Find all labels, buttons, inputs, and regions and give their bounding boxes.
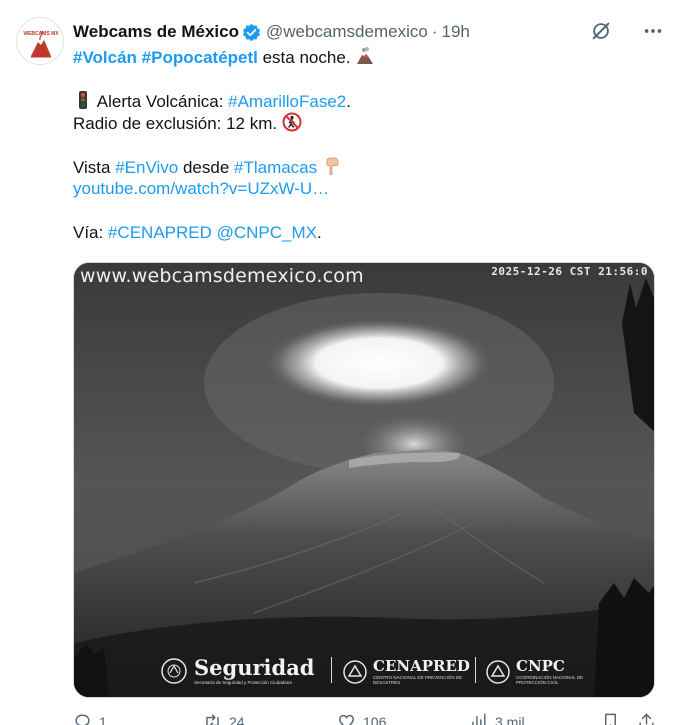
youtube-link[interactable]: youtube.com/watch?v=UZxW-U…	[73, 179, 329, 198]
logo-divider	[475, 657, 476, 683]
text-desde: desde	[178, 158, 234, 177]
text-line-1: #Volcán #Popocatépetl esta noche.	[73, 46, 663, 68]
text-line-link: youtube.com/watch?v=UZxW-U…	[73, 178, 663, 200]
heart-icon	[339, 714, 354, 725]
cenapred-logo: CENAPRED CENTRO NACIONAL DE PREVENCIÓN D…	[342, 658, 470, 685]
views-chart-icon	[472, 713, 486, 725]
watermark-text: www.webcamsdemexico.com	[80, 265, 364, 287]
share-button[interactable]	[637, 712, 656, 725]
pointing-down-emoji-icon	[326, 157, 339, 176]
seguridad-title: Seguridad	[194, 655, 315, 680]
text-via: Vía:	[73, 223, 108, 242]
cnpc-emblem-icon	[486, 659, 510, 684]
seal-icon	[161, 658, 187, 684]
cnpc-logo: CNPC COORDINACIÓN NACIONAL DE PROTECCIÓN…	[485, 658, 608, 685]
more-options-icon[interactable]	[642, 20, 664, 42]
text-vista: Vista	[73, 158, 116, 177]
volcano-emoji-icon	[357, 47, 374, 64]
mention-cnpc-mx[interactable]: @CNPC_MX	[217, 223, 317, 242]
hashtag-popocatepetl[interactable]: #Popocatépetl	[142, 48, 258, 67]
views-button[interactable]: 3 mil	[469, 712, 525, 725]
reply-icon	[75, 714, 90, 725]
no-pedestrians-emoji-icon	[282, 112, 302, 132]
tweet-image[interactable]: www.webcamsdemexico.com 2025-12-26 CST 2…	[73, 262, 655, 698]
hashtag-cenapred[interactable]: #CENAPRED	[108, 223, 212, 242]
reply-count: 1	[99, 713, 107, 725]
display-name[interactable]: Webcams de México	[73, 22, 239, 42]
text-line-alert: Alerta Volcánica: #AmarilloFase2.	[73, 90, 663, 112]
cnpc-title: CNPC	[516, 657, 565, 675]
seguridad-subtitle: Secretaría de Seguridad y Protección Ciu…	[194, 680, 292, 685]
period: .	[317, 223, 322, 242]
alert-label: Alerta Volcánica:	[93, 92, 229, 111]
cenapred-emblem-icon	[343, 659, 367, 684]
hashtag-envivo[interactable]: #EnVivo	[115, 158, 178, 177]
text-line-radius: Radio de exclusión: 12 km.	[73, 112, 663, 134]
exclusion-radius-text: Radio de exclusión: 12 km.	[73, 114, 278, 133]
like-button[interactable]: 106	[337, 712, 386, 725]
action-bar: 1 24 106 3 mil	[73, 712, 663, 725]
hashtag-tlamacas[interactable]: #Tlamacas	[234, 158, 317, 177]
avatar[interactable]: WEBCAMS MX	[16, 17, 64, 65]
bookmark-button[interactable]	[601, 712, 620, 725]
cenapred-title: CENAPRED	[373, 657, 470, 675]
timestamp[interactable]: 19h	[441, 22, 469, 42]
views-count: 3 mil	[495, 713, 525, 725]
tweet-header: Webcams de México @webcamsdemexico · 19h	[73, 20, 664, 44]
avatar-logo-icon: WEBCAMS MX	[18, 19, 63, 64]
repost-button[interactable]: 24	[203, 712, 245, 725]
period: .	[346, 92, 351, 111]
reply-button[interactable]: 1	[73, 712, 107, 725]
text-esta-noche: esta noche.	[257, 48, 351, 67]
text-line-via: Vía: #CENAPRED @CNPC_MX.	[73, 222, 663, 244]
cenapred-subtitle: CENTRO NACIONAL DE PREVENCIÓN DE DESASTR…	[373, 675, 463, 685]
cnpc-subtitle: COORDINACIÓN NACIONAL DE PROTECCIÓN CIVI…	[516, 675, 584, 685]
bookmark-icon	[605, 713, 616, 725]
verified-badge-icon	[242, 23, 261, 41]
traffic-light-emoji-icon	[79, 91, 87, 109]
grok-icon[interactable]	[590, 20, 612, 42]
like-count: 106	[363, 713, 387, 725]
handle[interactable]: @webcamsdemexico	[266, 22, 428, 42]
text-line-live: Vista #EnVivo desde #Tlamacas	[73, 156, 663, 178]
repost-icon	[206, 714, 219, 725]
tweet-text: #Volcán #Popocatépetl esta noche. Alerta…	[73, 46, 663, 244]
seguridad-logo: Seguridad Secretaría de Seguridad y Prot…	[160, 657, 315, 685]
tweet: WEBCAMS MX Webcams de México @webcamsdem…	[0, 0, 684, 725]
logo-divider	[331, 657, 332, 683]
hashtag-amarillofase2[interactable]: #AmarilloFase2	[228, 92, 346, 111]
separator-dot: ·	[431, 22, 438, 41]
camera-timestamp: 2025-12-26 CST 21:56:0	[491, 265, 648, 278]
hashtag-volcan[interactable]: #Volcán	[73, 48, 137, 67]
share-icon	[639, 713, 654, 725]
volcano-photo	[74, 263, 654, 697]
repost-count: 24	[229, 713, 245, 725]
